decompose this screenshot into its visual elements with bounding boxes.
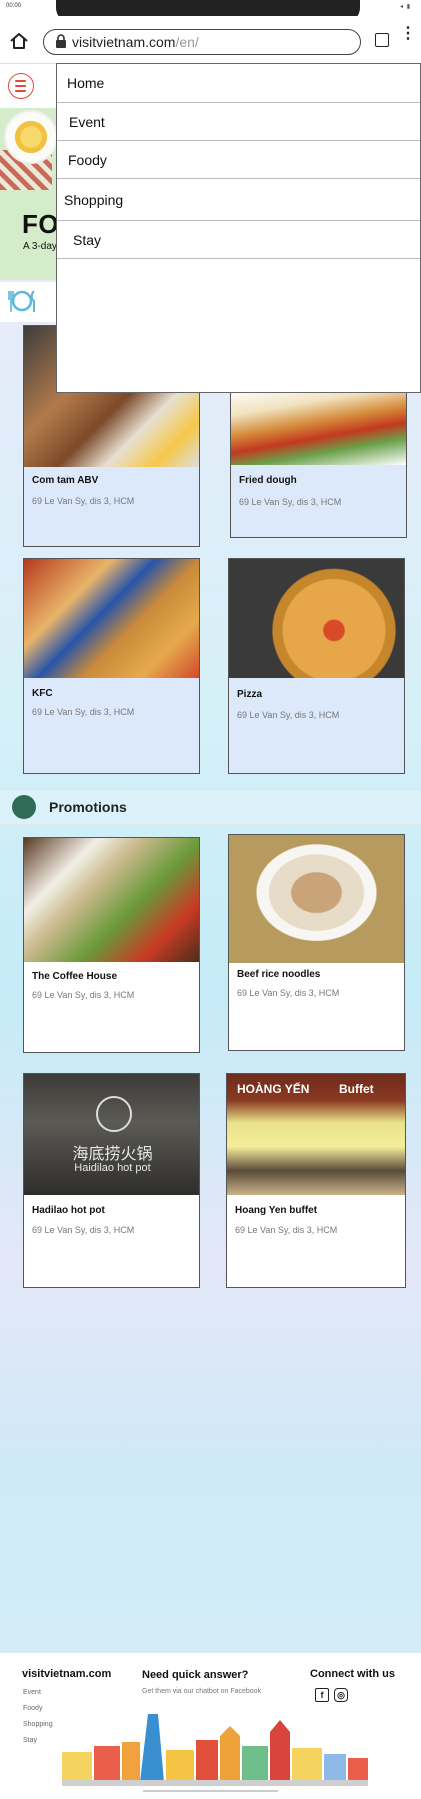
promo-card[interactable]: 海底捞火锅 Haidilao hot pot Hadilao hot pot 6… xyxy=(23,1073,200,1288)
kfc-image xyxy=(24,559,199,678)
home-indicator[interactable] xyxy=(143,1790,278,1792)
menu-line-icon xyxy=(15,90,26,92)
hadilao-image: 海底捞火锅 Haidilao hot pot xyxy=(24,1074,199,1195)
footer-help-subtitle[interactable]: Get them via our chatbot on Facebook xyxy=(142,1688,261,1695)
beef-noodles-image xyxy=(229,835,404,963)
hadilao-sign-en: Haidilao hot pot xyxy=(74,1162,151,1174)
hadilao-logo-icon xyxy=(96,1096,132,1132)
food-card[interactable]: KFC 69 Le Van Sy, dis 3, HCM xyxy=(23,558,200,774)
menu-item-shopping[interactable]: Shopping xyxy=(57,179,420,221)
hamburger-menu-button[interactable] xyxy=(8,73,34,99)
card-address: 69 Le Van Sy, dis 3, HCM xyxy=(32,1225,135,1235)
footer-help-title: Need quick answer? xyxy=(142,1669,249,1681)
facebook-icon[interactable]: f xyxy=(315,1688,329,1702)
buffet-sign: Buffet xyxy=(339,1082,374,1096)
menu-item-foody[interactable]: Foody xyxy=(57,141,420,179)
food-card[interactable]: Pizza 69 Le Van Sy, dis 3, HCM xyxy=(228,558,405,774)
lock-icon xyxy=(56,34,66,48)
status-icons: ◂ ▮ xyxy=(400,4,411,10)
soup-bowl-image xyxy=(4,110,58,164)
card-address: 69 Le Van Sy, dis 3, HCM xyxy=(237,988,340,998)
hadilao-sign-cn: 海底捞火锅 xyxy=(72,1146,153,1163)
food-card[interactable]: Fried dough 69 Le Van Sy, dis 3, HCM xyxy=(230,388,407,538)
fried-dough-image xyxy=(231,389,406,465)
pizza-image xyxy=(229,559,404,678)
promo-card[interactable]: HOÀNG YẾN Buffet Hoang Yen buffet 69 Le … xyxy=(226,1073,406,1288)
bottle-icon xyxy=(12,795,36,819)
menu-line-icon xyxy=(15,85,26,87)
promo-card[interactable]: The Coffee House 69 Le Van Sy, dis 3, HC… xyxy=(23,837,200,1053)
footer-connect-title: Connect with us xyxy=(310,1668,395,1680)
menu-line-icon xyxy=(15,80,26,82)
footer-link-event[interactable]: Event xyxy=(23,1689,41,1696)
card-address: 69 Le Van Sy, dis 3, HCM xyxy=(32,707,135,717)
coffee-house-image xyxy=(24,838,199,962)
promo-card[interactable]: Beef rice noodles 69 Le Van Sy, dis 3, H… xyxy=(228,834,405,1051)
card-title: Fried dough xyxy=(239,475,297,486)
card-address: 69 Le Van Sy, dis 3, HCM xyxy=(32,496,135,506)
card-title: KFC xyxy=(32,688,53,699)
card-title: Beef rice noodles xyxy=(237,969,321,980)
more-menu-icon[interactable]: ⋮ xyxy=(400,26,416,49)
cutlery-icon[interactable] xyxy=(6,288,38,314)
menu-item-stay[interactable]: Stay xyxy=(57,221,420,259)
hoang-yen-sign: HOÀNG YẾN xyxy=(237,1082,310,1096)
city-skyline-illustration xyxy=(62,1714,368,1786)
card-address: 69 Le Van Sy, dis 3, HCM xyxy=(235,1225,338,1235)
footer-brand: visitvietnam.com xyxy=(22,1668,112,1680)
card-title: Com tam ABV xyxy=(32,475,99,486)
menu-item-home[interactable]: Home xyxy=(57,64,420,103)
home-icon[interactable] xyxy=(8,30,30,52)
card-address: 69 Le Van Sy, dis 3, HCM xyxy=(239,497,342,507)
nav-dropdown-menu: Home Event Foody Shopping Stay xyxy=(56,63,421,393)
menu-item-event[interactable]: Event xyxy=(57,103,420,141)
status-time: 00:00 xyxy=(6,3,22,9)
url-text[interactable]: visitvietnam.com/en/ xyxy=(72,34,199,50)
card-address: 69 Le Van Sy, dis 3, HCM xyxy=(32,990,135,1000)
footer-link-shopping[interactable]: Shopping xyxy=(23,1721,53,1728)
card-address: 69 Le Van Sy, dis 3, HCM xyxy=(237,710,340,720)
card-title: Pizza xyxy=(237,689,263,700)
footer-link-stay[interactable]: Stay xyxy=(23,1737,37,1744)
promotions-title: Promotions xyxy=(49,799,127,815)
hero-subtitle: A 3-day xyxy=(23,241,57,252)
instagram-icon[interactable]: ◎ xyxy=(334,1688,348,1702)
tabs-button[interactable] xyxy=(375,33,389,47)
card-title: Hadilao hot pot xyxy=(32,1205,105,1216)
url-path: /en/ xyxy=(175,34,199,50)
card-title: The Coffee House xyxy=(32,971,118,982)
url-host: visitvietnam.com xyxy=(72,34,176,50)
footer-link-foody[interactable]: Foody xyxy=(23,1705,42,1712)
hoang-yen-image: HOÀNG YẾN Buffet xyxy=(227,1074,405,1195)
card-title: Hoang Yen buffet xyxy=(235,1205,318,1216)
